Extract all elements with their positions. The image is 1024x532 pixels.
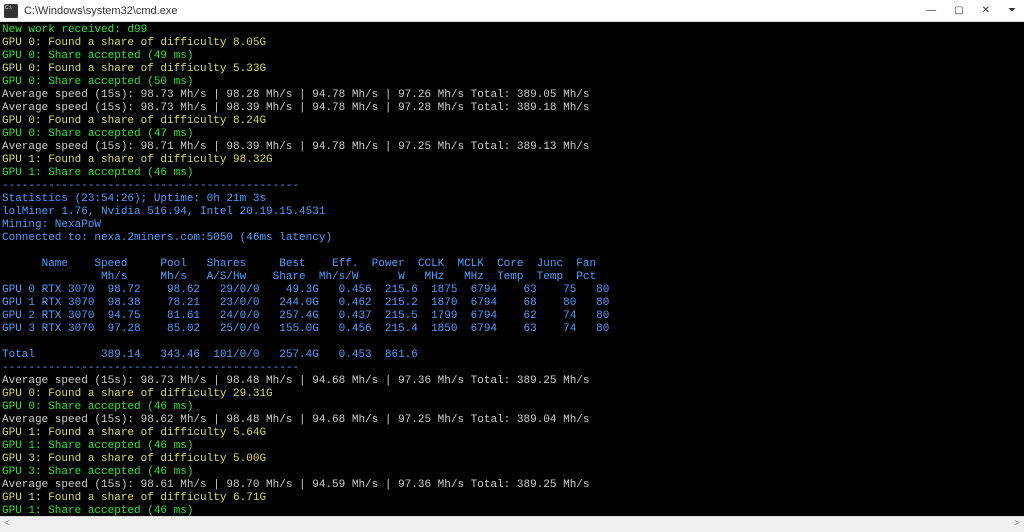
scroll-left-button[interactable]: < — [4, 519, 10, 530]
maximize-button[interactable]: ▢ — [954, 5, 963, 16]
terminal-line: GPU 0: Found a share of difficulty 29.31… — [2, 388, 1022, 401]
terminal-line: Name Speed Pool Shares Best Eff. Power C… — [2, 258, 1022, 271]
terminal-line: Average speed (15s): 98.61 Mh/s | 98.70 … — [2, 479, 1022, 492]
terminal-line: GPU 0: Share accepted (50 ms) — [2, 76, 1022, 89]
terminal-line: Connected to: nexa.2miners.com:5050 (46m… — [2, 232, 1022, 245]
close-button[interactable]: ✕ — [982, 5, 990, 16]
cmd-icon — [4, 4, 18, 18]
terminal-line: Average speed (15s): 98.73 Mh/s | 98.28 … — [2, 89, 1022, 102]
terminal-line: Average speed (15s): 98.71 Mh/s | 98.39 … — [2, 141, 1022, 154]
terminal-output[interactable]: New work received: d99GPU 0: Found a sha… — [0, 22, 1024, 516]
terminal-line: Statistics (23:54:26); Uptime: 0h 21m 3s — [2, 193, 1022, 206]
terminal-line: GPU 1 RTX 3070 98.38 78.21 23/0/0 244.0G… — [2, 297, 1022, 310]
terminal-line: GPU 1: Found a share of difficulty 98.32… — [2, 154, 1022, 167]
terminal-line: Total 389.14 343.46 101/0/0 257.4G 0.453… — [2, 349, 1022, 362]
terminal-line: ----------------------------------------… — [2, 180, 1022, 193]
terminal-line: GPU 3: Share accepted (46 ms) — [2, 466, 1022, 479]
horizontal-scrollbar[interactable]: < > — [0, 516, 1024, 532]
scroll-right-button[interactable]: > — [1014, 519, 1020, 530]
terminal-line: GPU 3 RTX 3070 97.28 85.02 25/0/0 155.0G… — [2, 323, 1022, 336]
terminal-line: GPU 0: Share accepted (49 ms) — [2, 50, 1022, 63]
window-titlebar: C:\Windows\system32\cmd.exe — ▢ ✕ ⏷ — [0, 0, 1024, 22]
scroll-next-icon[interactable]: ⏷ — [1008, 5, 1016, 16]
terminal-line: GPU 0 RTX 3070 98.72 98.62 29/0/0 49.3G … — [2, 284, 1022, 297]
terminal-line: GPU 0: Share accepted (46 ms) — [2, 401, 1022, 414]
terminal-line: lolMiner 1.76, Nvidia 516.94, Intel 20.1… — [2, 206, 1022, 219]
terminal-line: ----------------------------------------… — [2, 362, 1022, 375]
terminal-line: GPU 3: Found a share of difficulty 5.00G — [2, 453, 1022, 466]
terminal-line: GPU 1: Share accepted (46 ms) — [2, 167, 1022, 180]
terminal-line: GPU 0: Found a share of difficulty 5.33G — [2, 63, 1022, 76]
terminal-line: GPU 2 RTX 3070 94.75 81.61 24/0/0 257.4G… — [2, 310, 1022, 323]
terminal-line: Average speed (15s): 98.73 Mh/s | 98.48 … — [2, 375, 1022, 388]
terminal-line: GPU 0: Share accepted (47 ms) — [2, 128, 1022, 141]
terminal-line: New work received: d99 — [2, 24, 1022, 37]
terminal-line: Average speed (15s): 98.73 Mh/s | 98.39 … — [2, 102, 1022, 115]
minimize-button[interactable]: — — [926, 5, 936, 16]
terminal-line: GPU 0: Found a share of difficulty 8.05G — [2, 37, 1022, 50]
terminal-line: GPU 1: Share accepted (46 ms) — [2, 505, 1022, 516]
terminal-line: Mining: NexaPoW — [2, 219, 1022, 232]
terminal-line: GPU 1: Found a share of difficulty 6.71G — [2, 492, 1022, 505]
terminal-line: Average speed (15s): 98.62 Mh/s | 98.48 … — [2, 414, 1022, 427]
terminal-line — [2, 245, 1022, 258]
terminal-line: Mh/s Mh/s A/S/Hw Share Mh/s/W W MHz MHz … — [2, 271, 1022, 284]
window-controls: — ▢ ✕ ⏷ — [926, 5, 1020, 16]
window-title: C:\Windows\system32\cmd.exe — [24, 5, 926, 17]
terminal-line — [2, 336, 1022, 349]
terminal-line: GPU 1: Found a share of difficulty 5.64G — [2, 427, 1022, 440]
terminal-line: GPU 1: Share accepted (46 ms) — [2, 440, 1022, 453]
terminal-line: GPU 0: Found a share of difficulty 8.24G — [2, 115, 1022, 128]
